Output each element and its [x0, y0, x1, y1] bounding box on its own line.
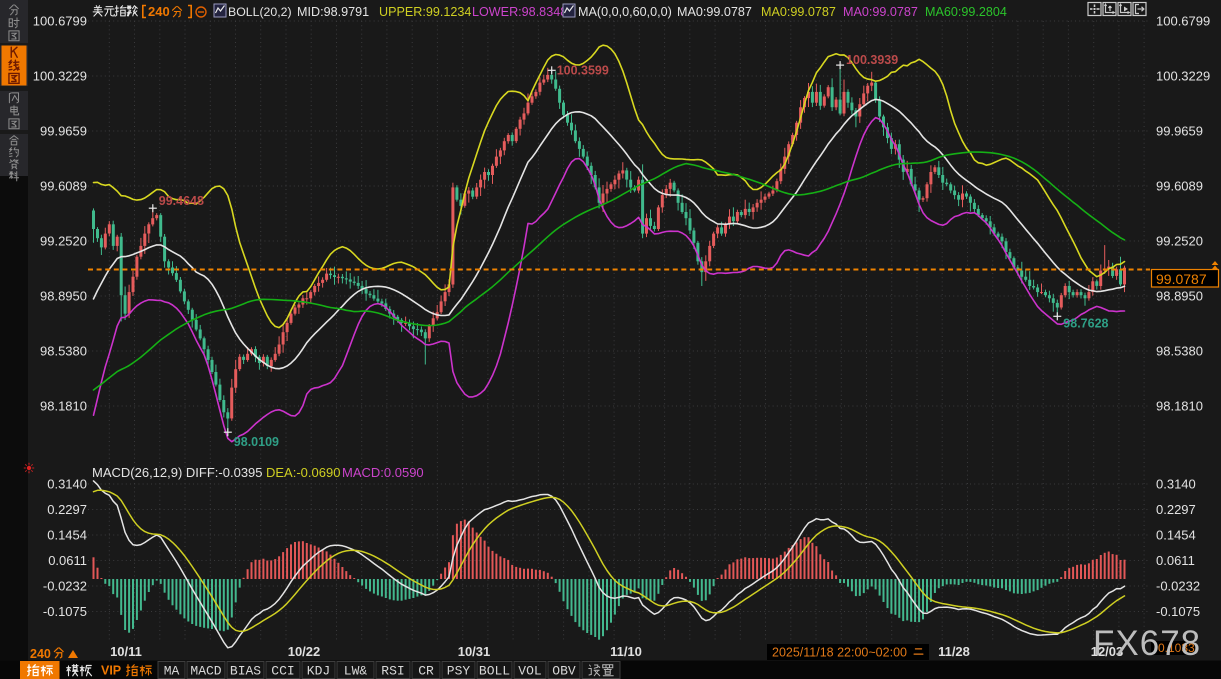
svg-text:98.1810: 98.1810: [1156, 399, 1203, 414]
svg-text:LOWER:98.8348: LOWER:98.8348: [472, 5, 567, 19]
svg-text:99.2520: 99.2520: [1156, 234, 1203, 249]
svg-text:99.6089: 99.6089: [40, 179, 87, 194]
svg-text:98.5380: 98.5380: [40, 344, 87, 359]
svg-text:100.6799: 100.6799: [33, 14, 87, 29]
svg-text:99.6089: 99.6089: [1156, 179, 1203, 194]
svg-text:240: 240: [30, 647, 51, 661]
svg-text:RSI: RSI: [381, 664, 404, 679]
svg-text:99.4648: 99.4648: [159, 194, 204, 208]
svg-text:99.0787: 99.0787: [1156, 271, 1207, 287]
svg-text:CR: CR: [418, 664, 434, 679]
svg-text:MA0:99.0787: MA0:99.0787: [843, 5, 918, 19]
svg-text:99.9659: 99.9659: [40, 124, 87, 139]
svg-text:98.0109: 98.0109: [234, 435, 279, 449]
svg-text:-0.1075: -0.1075: [1156, 604, 1200, 619]
svg-text:10/11: 10/11: [110, 644, 142, 659]
svg-text:0.3140: 0.3140: [47, 477, 87, 492]
svg-text:100.3229: 100.3229: [33, 69, 87, 84]
svg-text:2025/11/18 22:00~02:00: 2025/11/18 22:00~02:00: [772, 646, 907, 660]
svg-text:100.3599: 100.3599: [557, 63, 609, 77]
svg-text:MID:98.9791: MID:98.9791: [297, 5, 369, 19]
svg-text:100.3229: 100.3229: [1156, 69, 1210, 84]
svg-text:MA60:99.2804: MA60:99.2804: [925, 5, 1007, 19]
svg-text:LW&: LW&: [344, 664, 368, 679]
svg-text:DEA:-0.0690: DEA:-0.0690: [266, 465, 340, 480]
svg-text:BIAS: BIAS: [230, 664, 261, 679]
svg-text:MA(0,0,0,60,0,0): MA(0,0,0,60,0,0): [578, 5, 672, 19]
svg-text:BOLL(20,2): BOLL(20,2): [228, 5, 292, 19]
svg-text:MACD: MACD: [190, 664, 221, 679]
svg-text:98.8950: 98.8950: [1156, 289, 1203, 304]
svg-text:BOLL: BOLL: [479, 664, 510, 679]
svg-text:0.1454: 0.1454: [1156, 528, 1196, 543]
svg-text:-0.0232: -0.0232: [1156, 579, 1200, 594]
svg-text:98.7628: 98.7628: [1063, 316, 1108, 330]
svg-text:0.2297: 0.2297: [1156, 502, 1196, 517]
svg-text:0.3140: 0.3140: [1156, 477, 1196, 492]
svg-text:100.3939: 100.3939: [846, 53, 898, 67]
svg-text:MA: MA: [164, 664, 180, 679]
svg-text:PSY: PSY: [447, 664, 471, 679]
svg-text:0.0611: 0.0611: [1156, 553, 1195, 568]
svg-text:MA0:99.0787: MA0:99.0787: [677, 5, 752, 19]
svg-text:VIP: VIP: [101, 664, 121, 678]
svg-text:UPPER:99.1234: UPPER:99.1234: [379, 5, 471, 19]
svg-text:10/22: 10/22: [288, 644, 321, 659]
svg-text:MA0:99.0787: MA0:99.0787: [761, 5, 836, 19]
svg-text:99.9659: 99.9659: [1156, 124, 1203, 139]
svg-text:0.0611: 0.0611: [48, 553, 87, 568]
svg-text:98.8950: 98.8950: [40, 289, 87, 304]
svg-text:0.1454: 0.1454: [47, 528, 87, 543]
svg-text:99.2520: 99.2520: [40, 234, 87, 249]
svg-text:CCI: CCI: [271, 664, 294, 679]
svg-text:FX678: FX678: [1093, 624, 1201, 663]
svg-text:-0.1075: -0.1075: [43, 604, 87, 619]
svg-text:98.5380: 98.5380: [1156, 344, 1203, 359]
svg-text:-0.0232: -0.0232: [43, 579, 87, 594]
svg-text:0.2297: 0.2297: [47, 502, 87, 517]
svg-text:MACD(26,12,9) DIFF:-0.0395: MACD(26,12,9) DIFF:-0.0395: [92, 465, 263, 480]
svg-text:98.1810: 98.1810: [40, 399, 87, 414]
svg-text:240: 240: [148, 4, 170, 19]
svg-text:11/28: 11/28: [938, 644, 970, 659]
svg-text:11/10: 11/10: [610, 644, 642, 659]
svg-text:MACD:0.0590: MACD:0.0590: [342, 465, 424, 480]
svg-text:10/31: 10/31: [458, 644, 491, 659]
svg-text:100.6799: 100.6799: [1156, 14, 1210, 29]
svg-text:OBV: OBV: [552, 664, 576, 679]
svg-text:VOL: VOL: [518, 664, 541, 679]
svg-text:KDJ: KDJ: [307, 664, 330, 679]
